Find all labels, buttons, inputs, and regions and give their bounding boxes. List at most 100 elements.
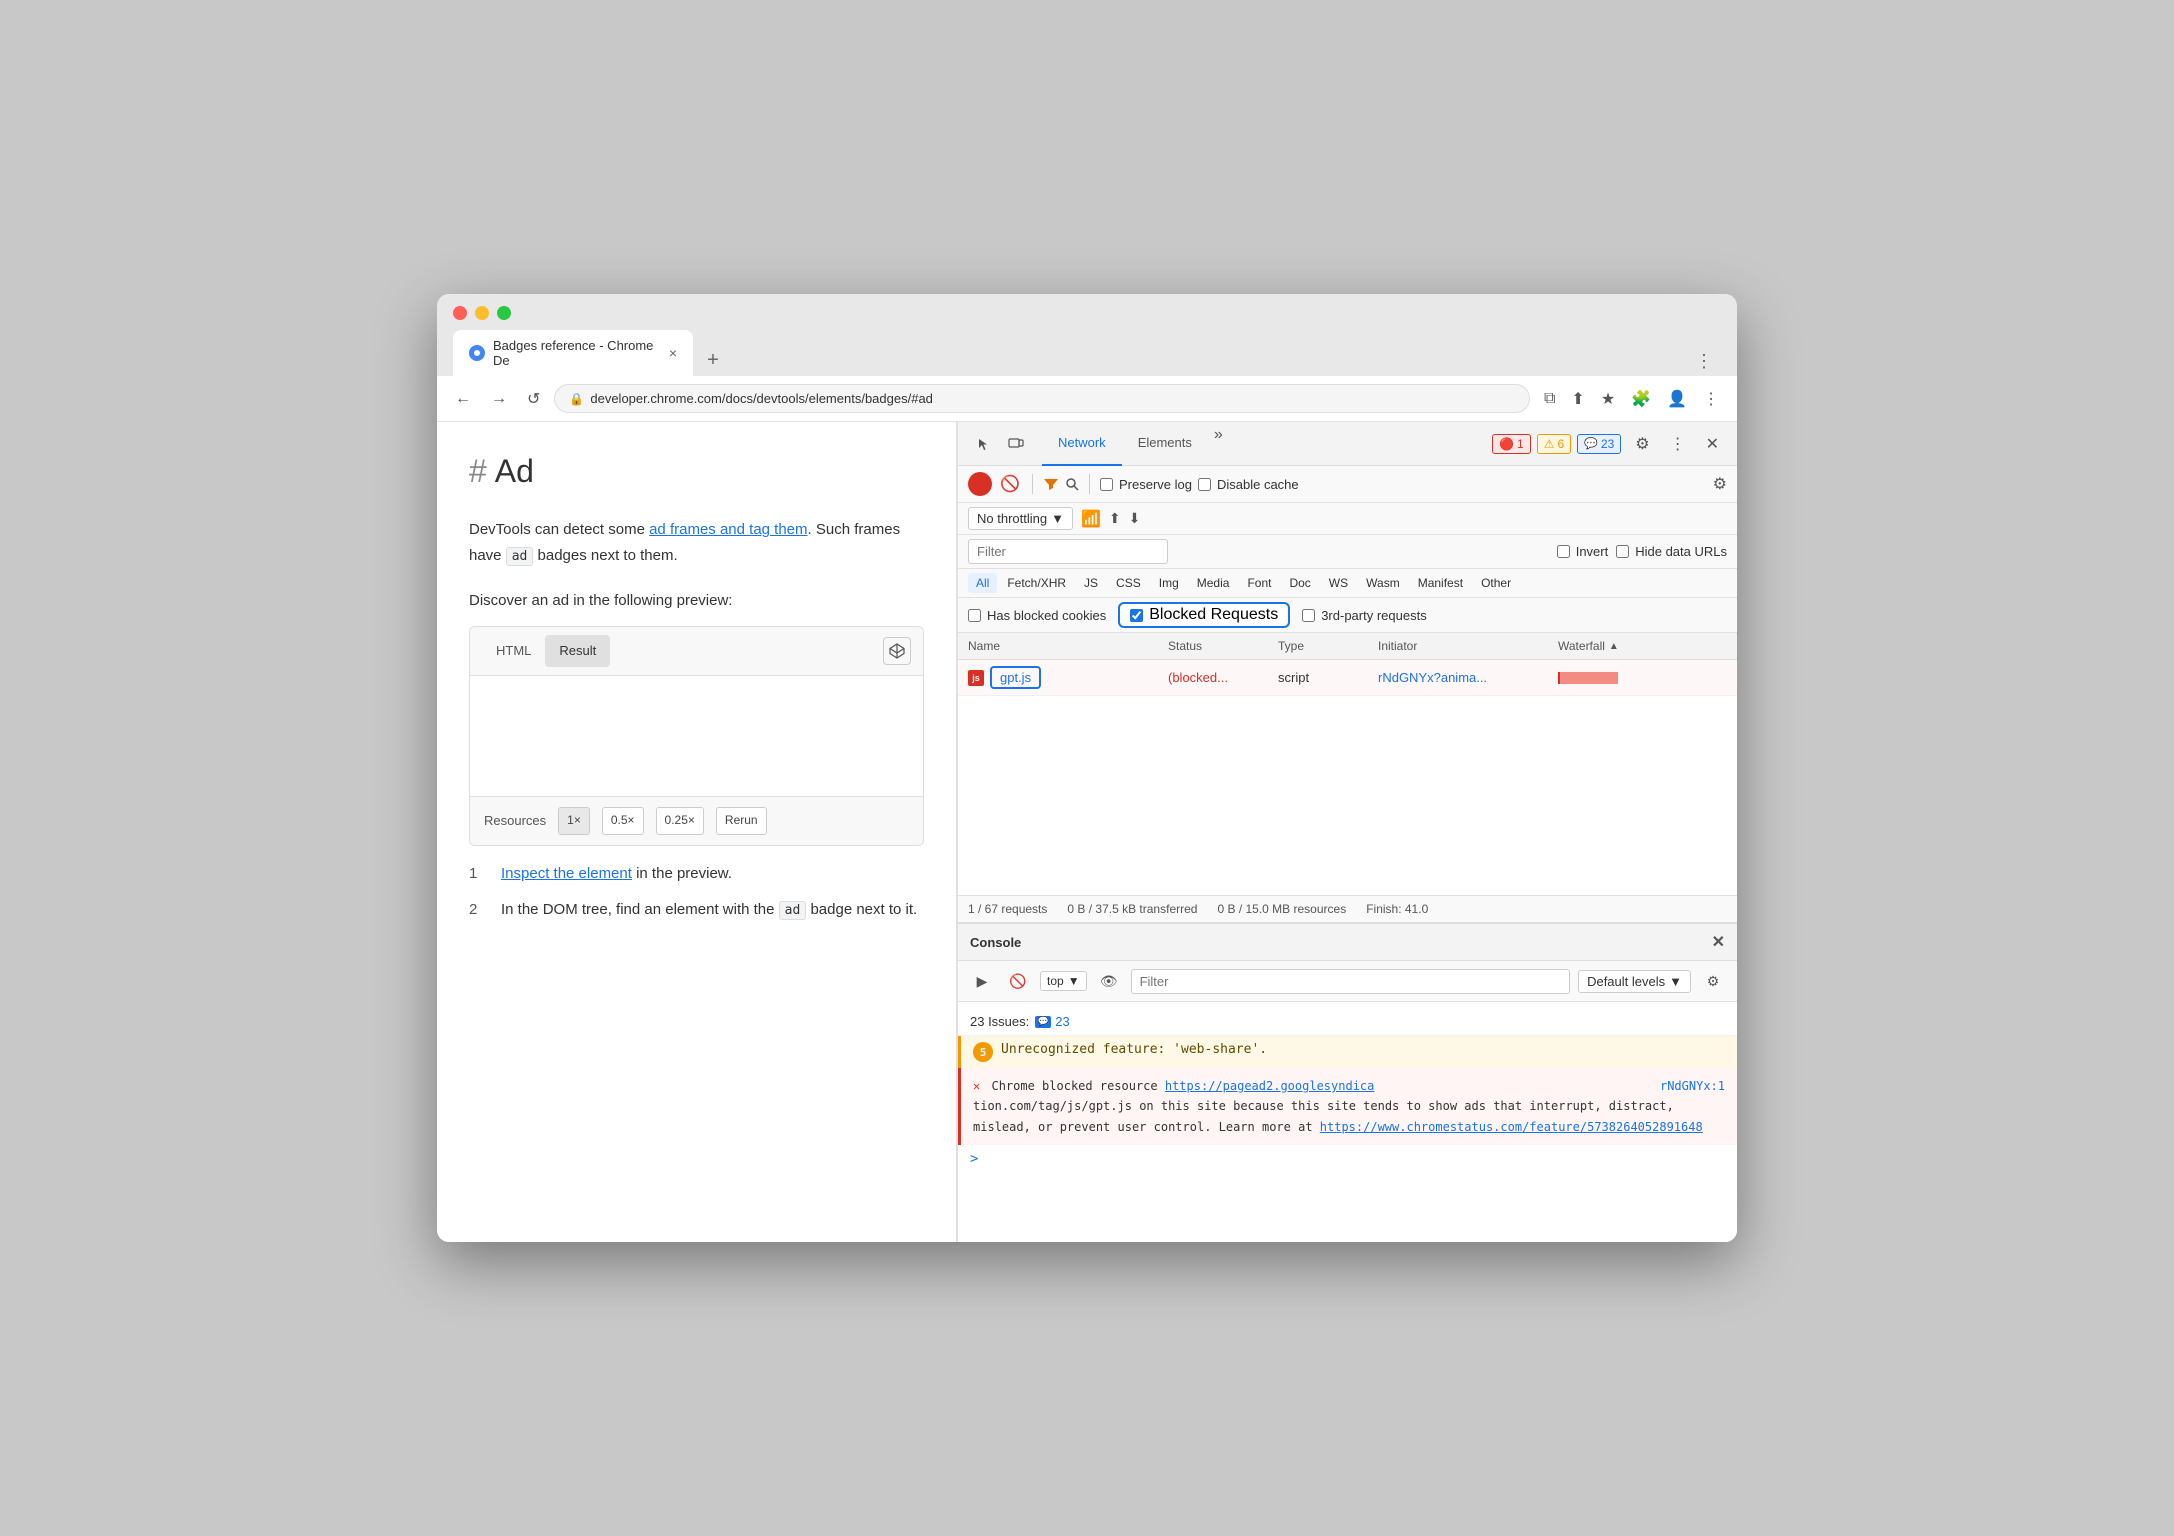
cursor-icon-btn[interactable]: [970, 430, 998, 458]
back-button[interactable]: ←: [449, 386, 477, 412]
console-run-button[interactable]: ▶: [968, 967, 996, 995]
console-settings-button[interactable]: ⚙: [1699, 967, 1727, 995]
preview-tab-result[interactable]: Result: [545, 635, 610, 668]
devtools-close-button[interactable]: ✕: [1700, 430, 1725, 458]
type-filter-js[interactable]: JS: [1076, 573, 1106, 593]
error-link-1[interactable]: https://pagead2.googlesyndica: [1165, 1079, 1375, 1093]
devtools-menu-button[interactable]: ⋮: [1664, 430, 1692, 458]
third-party-requests-checkbox[interactable]: [1302, 609, 1315, 622]
devtools-settings-button[interactable]: ⚙: [1629, 430, 1655, 458]
console-ban-button[interactable]: 🚫: [1004, 967, 1032, 995]
type-filter-media[interactable]: Media: [1189, 573, 1238, 593]
filter-active-icon[interactable]: [1043, 476, 1059, 492]
step2-number: 2: [469, 898, 489, 922]
issues-badge[interactable]: 💬 23: [1035, 1014, 1069, 1029]
invert-checkbox-label[interactable]: Invert: [1557, 544, 1609, 559]
record-button[interactable]: [968, 472, 992, 496]
console-top-select[interactable]: top ▼: [1040, 971, 1087, 991]
step2-ad-badge: ad: [779, 901, 807, 920]
preserve-log-checkbox[interactable]: [1100, 478, 1113, 491]
resource-rerun-btn[interactable]: Rerun: [716, 807, 767, 834]
tab-network[interactable]: Network: [1042, 422, 1122, 466]
tab-close-button[interactable]: ×: [669, 345, 677, 361]
network-settings-button[interactable]: ⚙: [1713, 474, 1727, 494]
hide-data-urls-checkbox[interactable]: [1616, 545, 1629, 558]
network-status-bar: 1 / 67 requests 0 B / 37.5 kB transferre…: [958, 895, 1737, 922]
ad-frames-link[interactable]: ad frames and tag them: [649, 521, 807, 538]
row-filename: gpt.js: [990, 666, 1041, 689]
console-section: Console ✕ ▶ 🚫 top ▼ 👁 Default levels ▼: [958, 922, 1737, 1242]
screenshot-button[interactable]: ⧉: [1538, 385, 1561, 413]
tab-elements[interactable]: Elements: [1122, 422, 1208, 466]
filter-input[interactable]: [968, 539, 1168, 564]
window-menu-button[interactable]: ⋮: [1687, 347, 1721, 376]
error-badge-count: 1: [1517, 437, 1524, 451]
file-icon: js: [968, 670, 984, 686]
share-button[interactable]: ⬆: [1565, 385, 1590, 413]
blocked-requests-checkbox[interactable]: [1130, 609, 1143, 622]
download-button[interactable]: ⬇: [1129, 510, 1141, 527]
extensions-button[interactable]: 🧩: [1625, 385, 1657, 413]
inspect-element-link[interactable]: Inspect the element: [501, 865, 632, 882]
warning-badge[interactable]: ⚠ 6: [1537, 434, 1571, 454]
maximize-traffic-light[interactable]: [497, 306, 511, 320]
browser-menu-button[interactable]: ⋮: [1697, 385, 1725, 413]
active-tab[interactable]: Badges reference - Chrome De ×: [453, 330, 693, 376]
row-type-cell: script: [1278, 670, 1378, 685]
blocked-requests-row: Has blocked cookies Blocked Requests 3rd…: [958, 598, 1737, 633]
page-intro-paragraph: DevTools can detect some ad frames and t…: [469, 517, 924, 568]
preview-codepen-button[interactable]: [883, 637, 911, 665]
new-tab-button[interactable]: +: [697, 344, 729, 376]
error-link-2[interactable]: https://www.chromestatus.com/feature/573…: [1320, 1120, 1703, 1134]
table-row[interactable]: js gpt.js (blocked... script rNdGNYx?ani…: [958, 660, 1737, 696]
device-icon-btn[interactable]: [1002, 430, 1030, 458]
console-close-button[interactable]: ✕: [1712, 932, 1725, 952]
resource-1x-btn[interactable]: 1×: [558, 807, 590, 834]
type-filter-other[interactable]: Other: [1473, 573, 1519, 593]
devtools-more-tabs[interactable]: »: [1208, 422, 1229, 466]
type-filter-all[interactable]: All: [968, 573, 997, 593]
throttle-select[interactable]: No throttling ▼: [968, 507, 1073, 530]
third-party-requests-text: 3rd-party requests: [1321, 608, 1427, 623]
type-filter-font[interactable]: Font: [1239, 573, 1279, 593]
preview-tab-html[interactable]: HTML: [482, 635, 545, 668]
resources-label: Resources: [484, 811, 546, 832]
third-party-requests-label[interactable]: 3rd-party requests: [1302, 608, 1427, 623]
upload-button[interactable]: ⬆: [1109, 510, 1121, 527]
disable-cache-checkbox-label[interactable]: Disable cache: [1198, 477, 1299, 492]
console-eye-button[interactable]: 👁: [1095, 967, 1123, 995]
console-filter-input[interactable]: [1131, 969, 1571, 994]
disable-cache-checkbox[interactable]: [1198, 478, 1211, 491]
bookmark-button[interactable]: ★: [1595, 385, 1621, 413]
type-filter-fetch-xhr[interactable]: Fetch/XHR: [999, 573, 1074, 593]
forward-button[interactable]: →: [485, 386, 513, 412]
profile-button[interactable]: 👤: [1661, 385, 1693, 413]
has-blocked-cookies-checkbox[interactable]: [968, 609, 981, 622]
hide-data-urls-checkbox-label[interactable]: Hide data URLs: [1616, 544, 1727, 559]
reload-button[interactable]: ↺: [521, 385, 546, 413]
close-traffic-light[interactable]: [453, 306, 467, 320]
resource-05x-btn[interactable]: 0.5×: [602, 807, 644, 834]
type-filter-wasm[interactable]: Wasm: [1358, 573, 1408, 593]
status-transferred: 0 B / 37.5 kB transferred: [1067, 902, 1197, 916]
row-name-cell: js gpt.js: [968, 666, 1168, 689]
has-blocked-cookies-label[interactable]: Has blocked cookies: [968, 608, 1106, 623]
address-bar[interactable]: 🔒 developer.chrome.com/docs/devtools/ele…: [554, 384, 1530, 413]
type-filter-ws[interactable]: WS: [1321, 573, 1356, 593]
preview-box: HTML Result Resources 1× 0.5× 0.25× Reru…: [469, 626, 924, 846]
console-prompt[interactable]: >: [958, 1145, 1737, 1173]
type-filter-css[interactable]: CSS: [1108, 573, 1149, 593]
error-badge[interactable]: 🔴 1: [1492, 434, 1531, 454]
minimize-traffic-light[interactable]: [475, 306, 489, 320]
type-filter-img[interactable]: Img: [1151, 573, 1187, 593]
throttle-chevron: ▼: [1051, 511, 1064, 526]
search-button[interactable]: [1065, 477, 1079, 491]
info-badge[interactable]: 💬 23: [1577, 434, 1621, 454]
type-filter-doc[interactable]: Doc: [1281, 573, 1318, 593]
stop-recording-button[interactable]: 🚫: [998, 472, 1022, 496]
resource-025x-btn[interactable]: 0.25×: [656, 807, 704, 834]
invert-checkbox[interactable]: [1557, 545, 1570, 558]
preserve-log-checkbox-label[interactable]: Preserve log: [1100, 477, 1192, 492]
default-levels-select[interactable]: Default levels ▼: [1578, 970, 1691, 993]
type-filter-manifest[interactable]: Manifest: [1410, 573, 1471, 593]
